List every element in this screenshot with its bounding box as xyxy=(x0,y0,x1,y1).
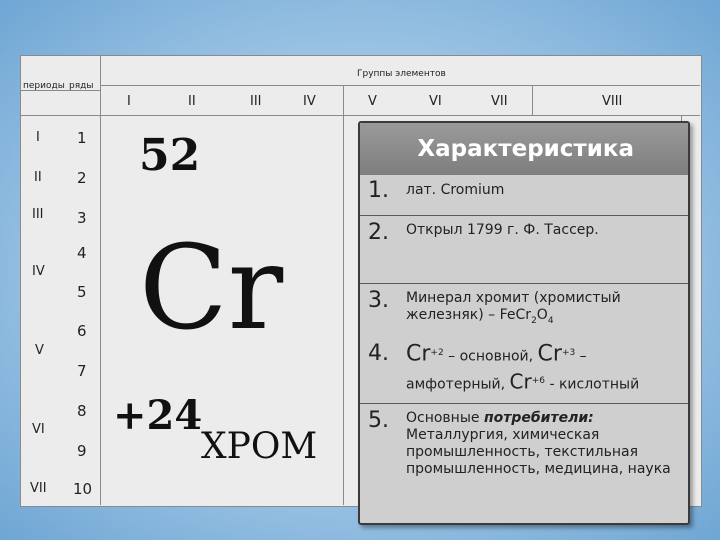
row-label: 10 xyxy=(73,480,93,498)
row-label: 4 xyxy=(77,244,87,262)
row-label: 5 xyxy=(77,283,87,301)
item-number: 3. xyxy=(368,288,389,313)
group-label: III xyxy=(250,94,262,109)
item-text: Открыл 1799 г. Ф. Тассер. xyxy=(406,222,599,238)
list-item: 4. Cr+2 – основной, Cr+3 – амфотерный, C… xyxy=(360,333,688,403)
row-label: 8 xyxy=(77,402,87,420)
groups-header: Группы элементов xyxy=(357,69,446,79)
group-label: IV xyxy=(303,94,316,109)
row-label: 7 xyxy=(77,362,87,380)
item-number: 5. xyxy=(368,408,389,433)
item-number: 2. xyxy=(368,220,389,245)
item-text: Основные потребители: Металлургия, химич… xyxy=(406,410,671,477)
list-item: 3. Минерал хромит (хромистый железняк) –… xyxy=(360,283,688,334)
characteristics-card: Характеристика 1. лат. Cromium 2. Открыл… xyxy=(358,121,690,525)
list-item: 5. Основные потребители: Металлургия, хи… xyxy=(360,403,688,520)
row-label: 9 xyxy=(77,442,87,460)
card-title: Характеристика xyxy=(360,123,688,175)
group-label: VII xyxy=(491,94,508,109)
list-item: 2. Открыл 1799 г. Ф. Тассер. xyxy=(360,215,688,284)
row-label: 1 xyxy=(77,129,87,147)
group-label: II xyxy=(188,94,196,109)
period-label: VII xyxy=(30,481,47,496)
item-number: 1. xyxy=(368,178,389,203)
periods-header: периоды xyxy=(23,81,65,91)
period-label: VI xyxy=(32,422,45,437)
element-charge: +24 xyxy=(113,392,203,439)
period-label: IV xyxy=(32,264,45,279)
period-label: I xyxy=(36,130,40,145)
item-text: Cr+2 – основной, Cr+3 – амфотерный, Cr+6… xyxy=(406,341,640,394)
row-label: 6 xyxy=(77,322,87,340)
row-label: 3 xyxy=(77,209,87,227)
item-text: лат. Cromium xyxy=(406,182,505,198)
period-label: III xyxy=(32,207,44,222)
group-label: I xyxy=(127,94,131,109)
item-number: 4. xyxy=(368,341,389,366)
group-label: VIII xyxy=(602,94,623,109)
element-symbol: Cr xyxy=(139,221,284,356)
rows-header: ряды xyxy=(69,81,94,91)
atomic-number: 52 xyxy=(139,130,201,181)
group-label: VI xyxy=(429,94,442,109)
period-label: II xyxy=(34,170,42,185)
item-text: Минерал хромит (хромистый железняк) – Fe… xyxy=(406,290,621,326)
element-name: ХРОМ xyxy=(201,426,318,467)
group-label: V xyxy=(368,94,377,109)
row-label: 2 xyxy=(77,169,87,187)
period-label: V xyxy=(35,343,44,358)
list-item: 1. лат. Cromium xyxy=(360,175,688,215)
